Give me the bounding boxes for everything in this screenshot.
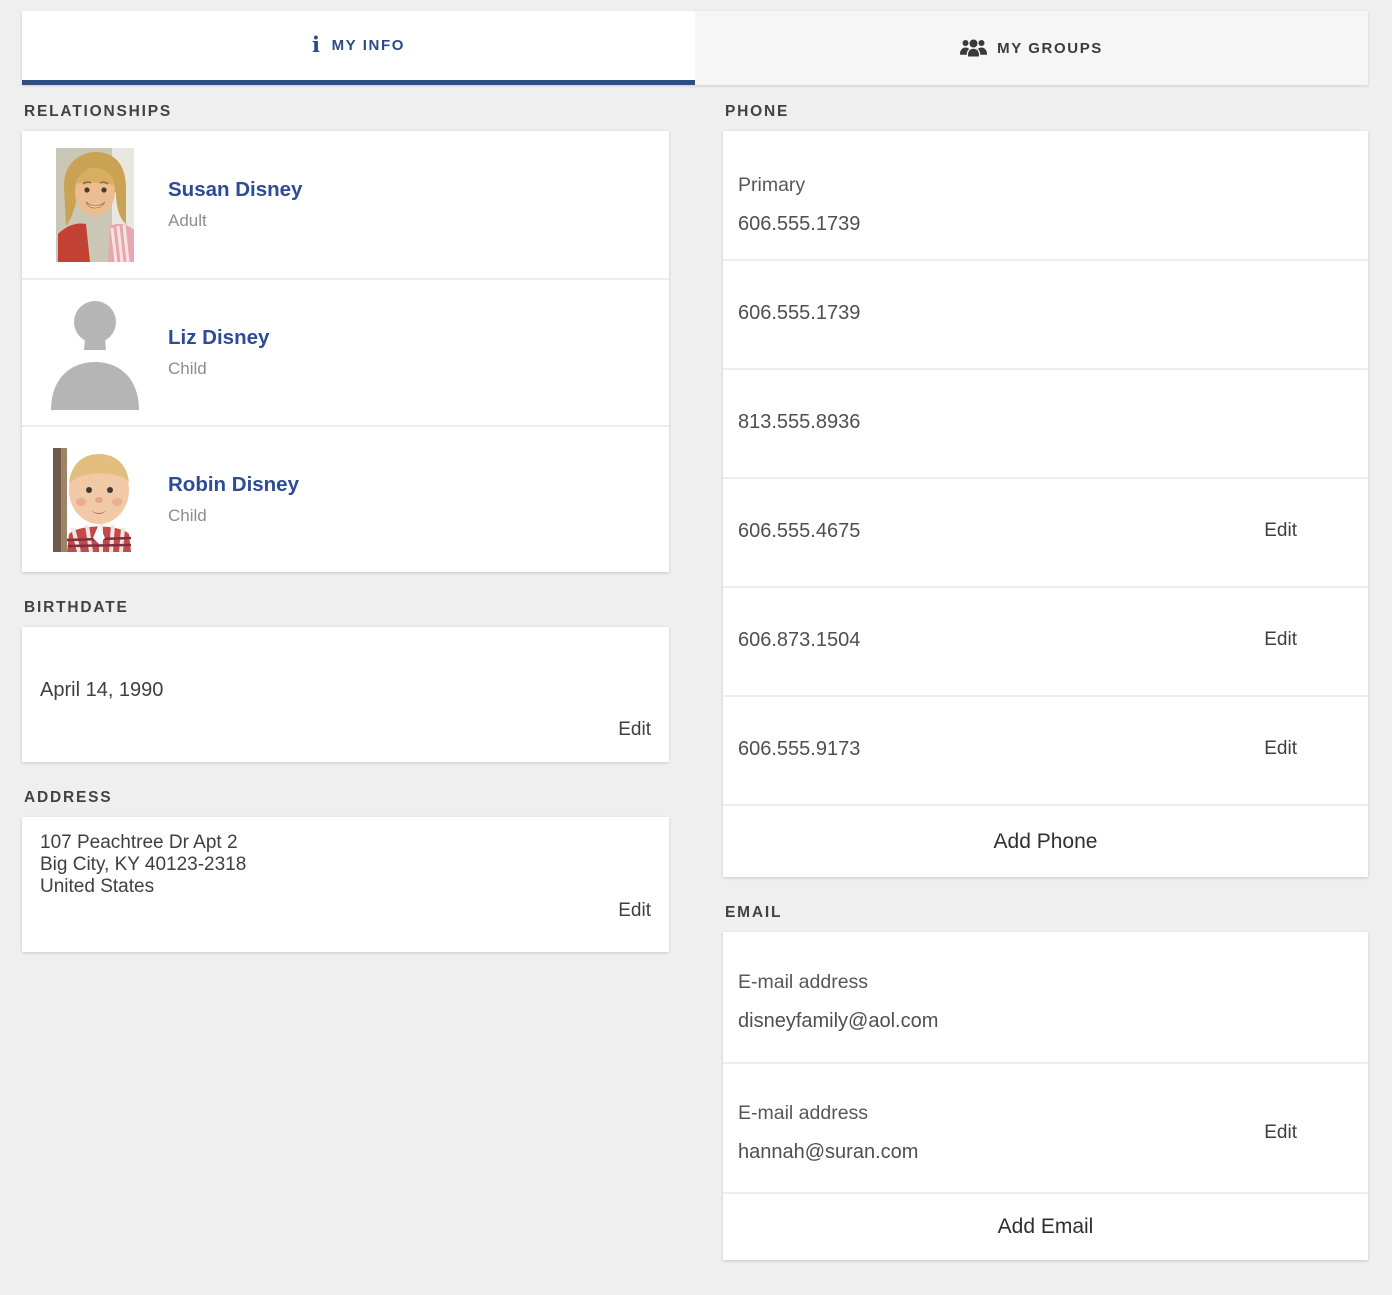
tab-my-groups[interactable]: MY GROUPS	[695, 11, 1368, 85]
phone-row: 606.873.1504 Edit	[723, 586, 1368, 695]
phone-number: 606.873.1504	[738, 628, 860, 652]
relationship-role: Child	[168, 359, 269, 379]
address-line-1: 107 Peachtree Dr Apt 2	[40, 832, 651, 854]
tab-my-groups-label: MY GROUPS	[997, 40, 1103, 57]
relationships-header: RELATIONSHIPS	[24, 103, 667, 121]
address-card: 107 Peachtree Dr Apt 2 Big City, KY 4012…	[22, 817, 669, 952]
phone-row: 606.555.9173 Edit	[723, 695, 1368, 804]
phone-row: 813.555.8936	[723, 368, 1368, 477]
users-icon	[960, 38, 987, 58]
relationship-row[interactable]: Liz Disney Child	[22, 278, 669, 425]
phone-row: 606.555.1739	[723, 259, 1368, 368]
phone-list: Primary 606.555.1739 606.555.1739 813.55…	[723, 131, 1368, 804]
phone-row: Primary 606.555.1739	[723, 131, 1368, 259]
phone-number: 813.555.8936	[738, 410, 860, 434]
email-address: hannah@suran.com	[738, 1140, 918, 1164]
edit-address-button[interactable]: Edit	[618, 899, 651, 923]
email-list: E-mail address disneyfamily@aol.com E-ma…	[723, 932, 1368, 1192]
phone-field: 813.555.8936	[738, 410, 860, 434]
relationship-role: Child	[168, 506, 299, 526]
relationship-text: Susan Disney Adult	[168, 178, 302, 231]
email-address: disneyfamily@aol.com	[738, 1009, 938, 1033]
address-line-2: Big City, KY 40123-2318	[40, 854, 651, 876]
birthdate-card: April 14, 1990 Edit	[22, 627, 669, 762]
email-label: E-mail address	[738, 971, 938, 994]
email-field: E-mail address hannah@suran.com	[738, 1102, 918, 1164]
address-header: ADDRESS	[24, 789, 667, 807]
avatar-baby-photo	[22, 448, 168, 552]
edit-phone-button[interactable]: Edit	[1264, 519, 1297, 543]
main-content: RELATIONSHIPS Susan Disney Adult Liz Dis…	[0, 85, 1392, 1260]
phone-label: Primary	[738, 174, 860, 197]
edit-phone-button[interactable]: Edit	[1264, 737, 1297, 761]
phone-number: 606.555.1739	[738, 301, 860, 325]
email-header: EMAIL	[725, 904, 1366, 922]
phone-field: 606.555.9173	[738, 737, 860, 761]
add-phone-row: Add Phone	[723, 804, 1368, 877]
relationship-text: Robin Disney Child	[168, 473, 299, 526]
avatar-woman-photo	[22, 148, 168, 262]
woman-photo	[56, 148, 134, 262]
edit-email-button[interactable]: Edit	[1264, 1121, 1297, 1145]
birthdate-header: BIRTHDATE	[24, 599, 667, 617]
edit-birthdate-button[interactable]: Edit	[618, 718, 651, 742]
phone-field: 606.873.1504	[738, 628, 860, 652]
birthdate-value: April 14, 1990	[40, 627, 651, 702]
email-card: E-mail address disneyfamily@aol.com E-ma…	[723, 932, 1368, 1260]
email-field: E-mail address disneyfamily@aol.com	[738, 971, 938, 1033]
tab-bar: i MY INFO MY GROUPS	[22, 11, 1368, 85]
phone-header: PHONE	[725, 103, 1366, 121]
right-column: PHONE Primary 606.555.1739 606.555.1739 …	[723, 85, 1368, 1260]
email-row: E-mail address hannah@suran.com Edit	[723, 1062, 1368, 1192]
phone-number: 606.555.4675	[738, 519, 860, 543]
baby-photo	[53, 448, 137, 552]
add-email-button[interactable]: Add Email	[998, 1215, 1094, 1239]
add-phone-button[interactable]: Add Phone	[994, 830, 1098, 854]
phone-number: 606.555.9173	[738, 737, 860, 761]
person-silhouette	[43, 296, 147, 410]
phone-field: 606.555.4675	[738, 519, 860, 543]
relationships-card: Susan Disney Adult Liz Disney Child Rob	[22, 131, 669, 572]
tab-my-info-label: MY INFO	[332, 37, 405, 54]
phone-number: 606.555.1739	[738, 212, 860, 236]
left-column: RELATIONSHIPS Susan Disney Adult Liz Dis…	[22, 85, 669, 1260]
tab-my-info[interactable]: i MY INFO	[22, 11, 695, 85]
relationship-name-link[interactable]: Liz Disney	[168, 326, 269, 350]
relationship-text: Liz Disney Child	[168, 326, 269, 379]
phone-card: Primary 606.555.1739 606.555.1739 813.55…	[723, 131, 1368, 877]
email-row: E-mail address disneyfamily@aol.com	[723, 932, 1368, 1062]
relationship-row[interactable]: Susan Disney Adult	[22, 131, 669, 278]
add-email-row: Add Email	[723, 1192, 1368, 1260]
relationship-name-link[interactable]: Robin Disney	[168, 473, 299, 497]
phone-row: 606.555.4675 Edit	[723, 477, 1368, 586]
phone-field: 606.555.1739	[738, 301, 860, 325]
email-label: E-mail address	[738, 1102, 918, 1125]
info-icon: i	[312, 34, 322, 55]
phone-field: Primary 606.555.1739	[738, 174, 860, 236]
relationship-role: Adult	[168, 211, 302, 231]
address-line-3: United States	[40, 876, 651, 898]
avatar-person-silhouette	[22, 296, 168, 410]
relationship-row[interactable]: Robin Disney Child	[22, 425, 669, 572]
relationship-name-link[interactable]: Susan Disney	[168, 178, 302, 202]
edit-phone-button[interactable]: Edit	[1264, 628, 1297, 652]
